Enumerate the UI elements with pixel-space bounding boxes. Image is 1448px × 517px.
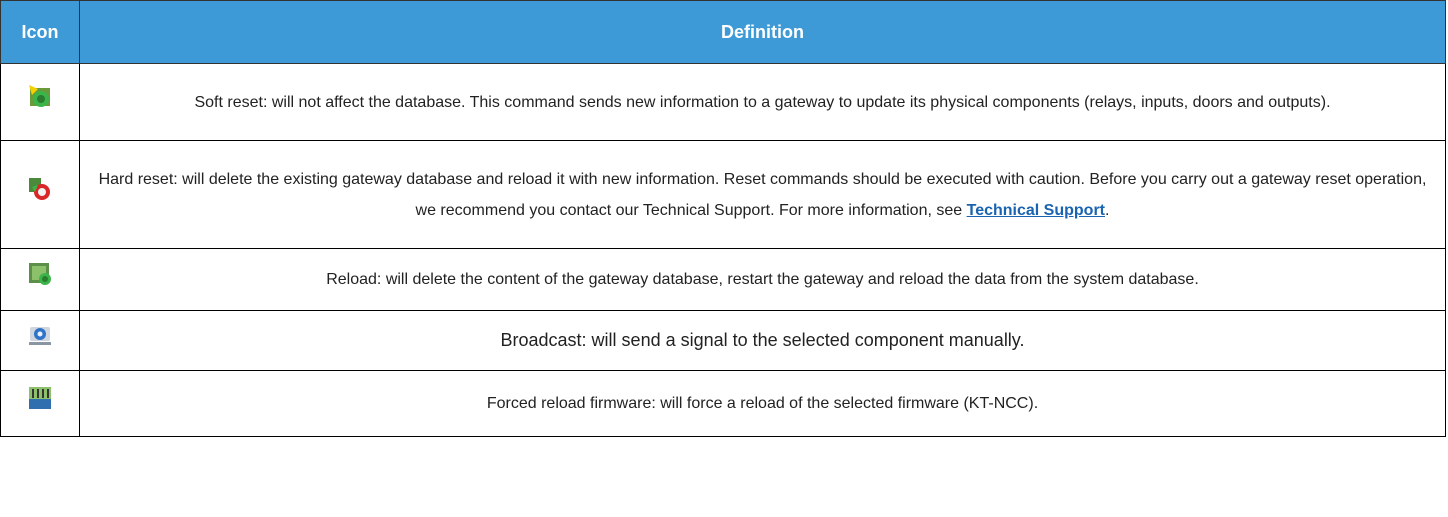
table-row: Soft reset: will not affect the database… bbox=[0, 63, 1446, 141]
technical-support-link[interactable]: Technical Support bbox=[967, 202, 1105, 219]
definition-forced-reload-firmware: Forced reload firmware: will force a rel… bbox=[79, 370, 1446, 437]
table-row: Broadcast: will send a signal to the sel… bbox=[0, 310, 1446, 371]
definition-reload: Reload: will delete the content of the g… bbox=[79, 248, 1446, 311]
broadcast-icon bbox=[29, 327, 51, 345]
definitions-table-wrap: Icon Definition Soft reset: will not aff… bbox=[0, 0, 1446, 437]
table-row: Hard reset: will delete the existing gat… bbox=[0, 140, 1446, 249]
icon-definition-table: Icon Definition Soft reset: will not aff… bbox=[0, 0, 1446, 437]
soft-reset-icon bbox=[29, 84, 50, 107]
definition-hard-reset: Hard reset: will delete the existing gat… bbox=[79, 140, 1446, 249]
hard-reset-icon bbox=[29, 178, 50, 200]
definition-soft-reset: Soft reset: will not affect the database… bbox=[79, 63, 1446, 141]
table-row: Forced reload firmware: will force a rel… bbox=[0, 370, 1446, 437]
header-icon: Icon bbox=[0, 0, 80, 64]
reload-icon bbox=[29, 263, 51, 285]
table-row: Reload: will delete the content of the g… bbox=[0, 248, 1446, 311]
table-header-row: Icon Definition bbox=[0, 0, 1446, 64]
definition-broadcast: Broadcast: will send a signal to the sel… bbox=[79, 310, 1446, 371]
firmware-icon bbox=[29, 387, 51, 409]
header-definition: Definition bbox=[79, 0, 1446, 64]
